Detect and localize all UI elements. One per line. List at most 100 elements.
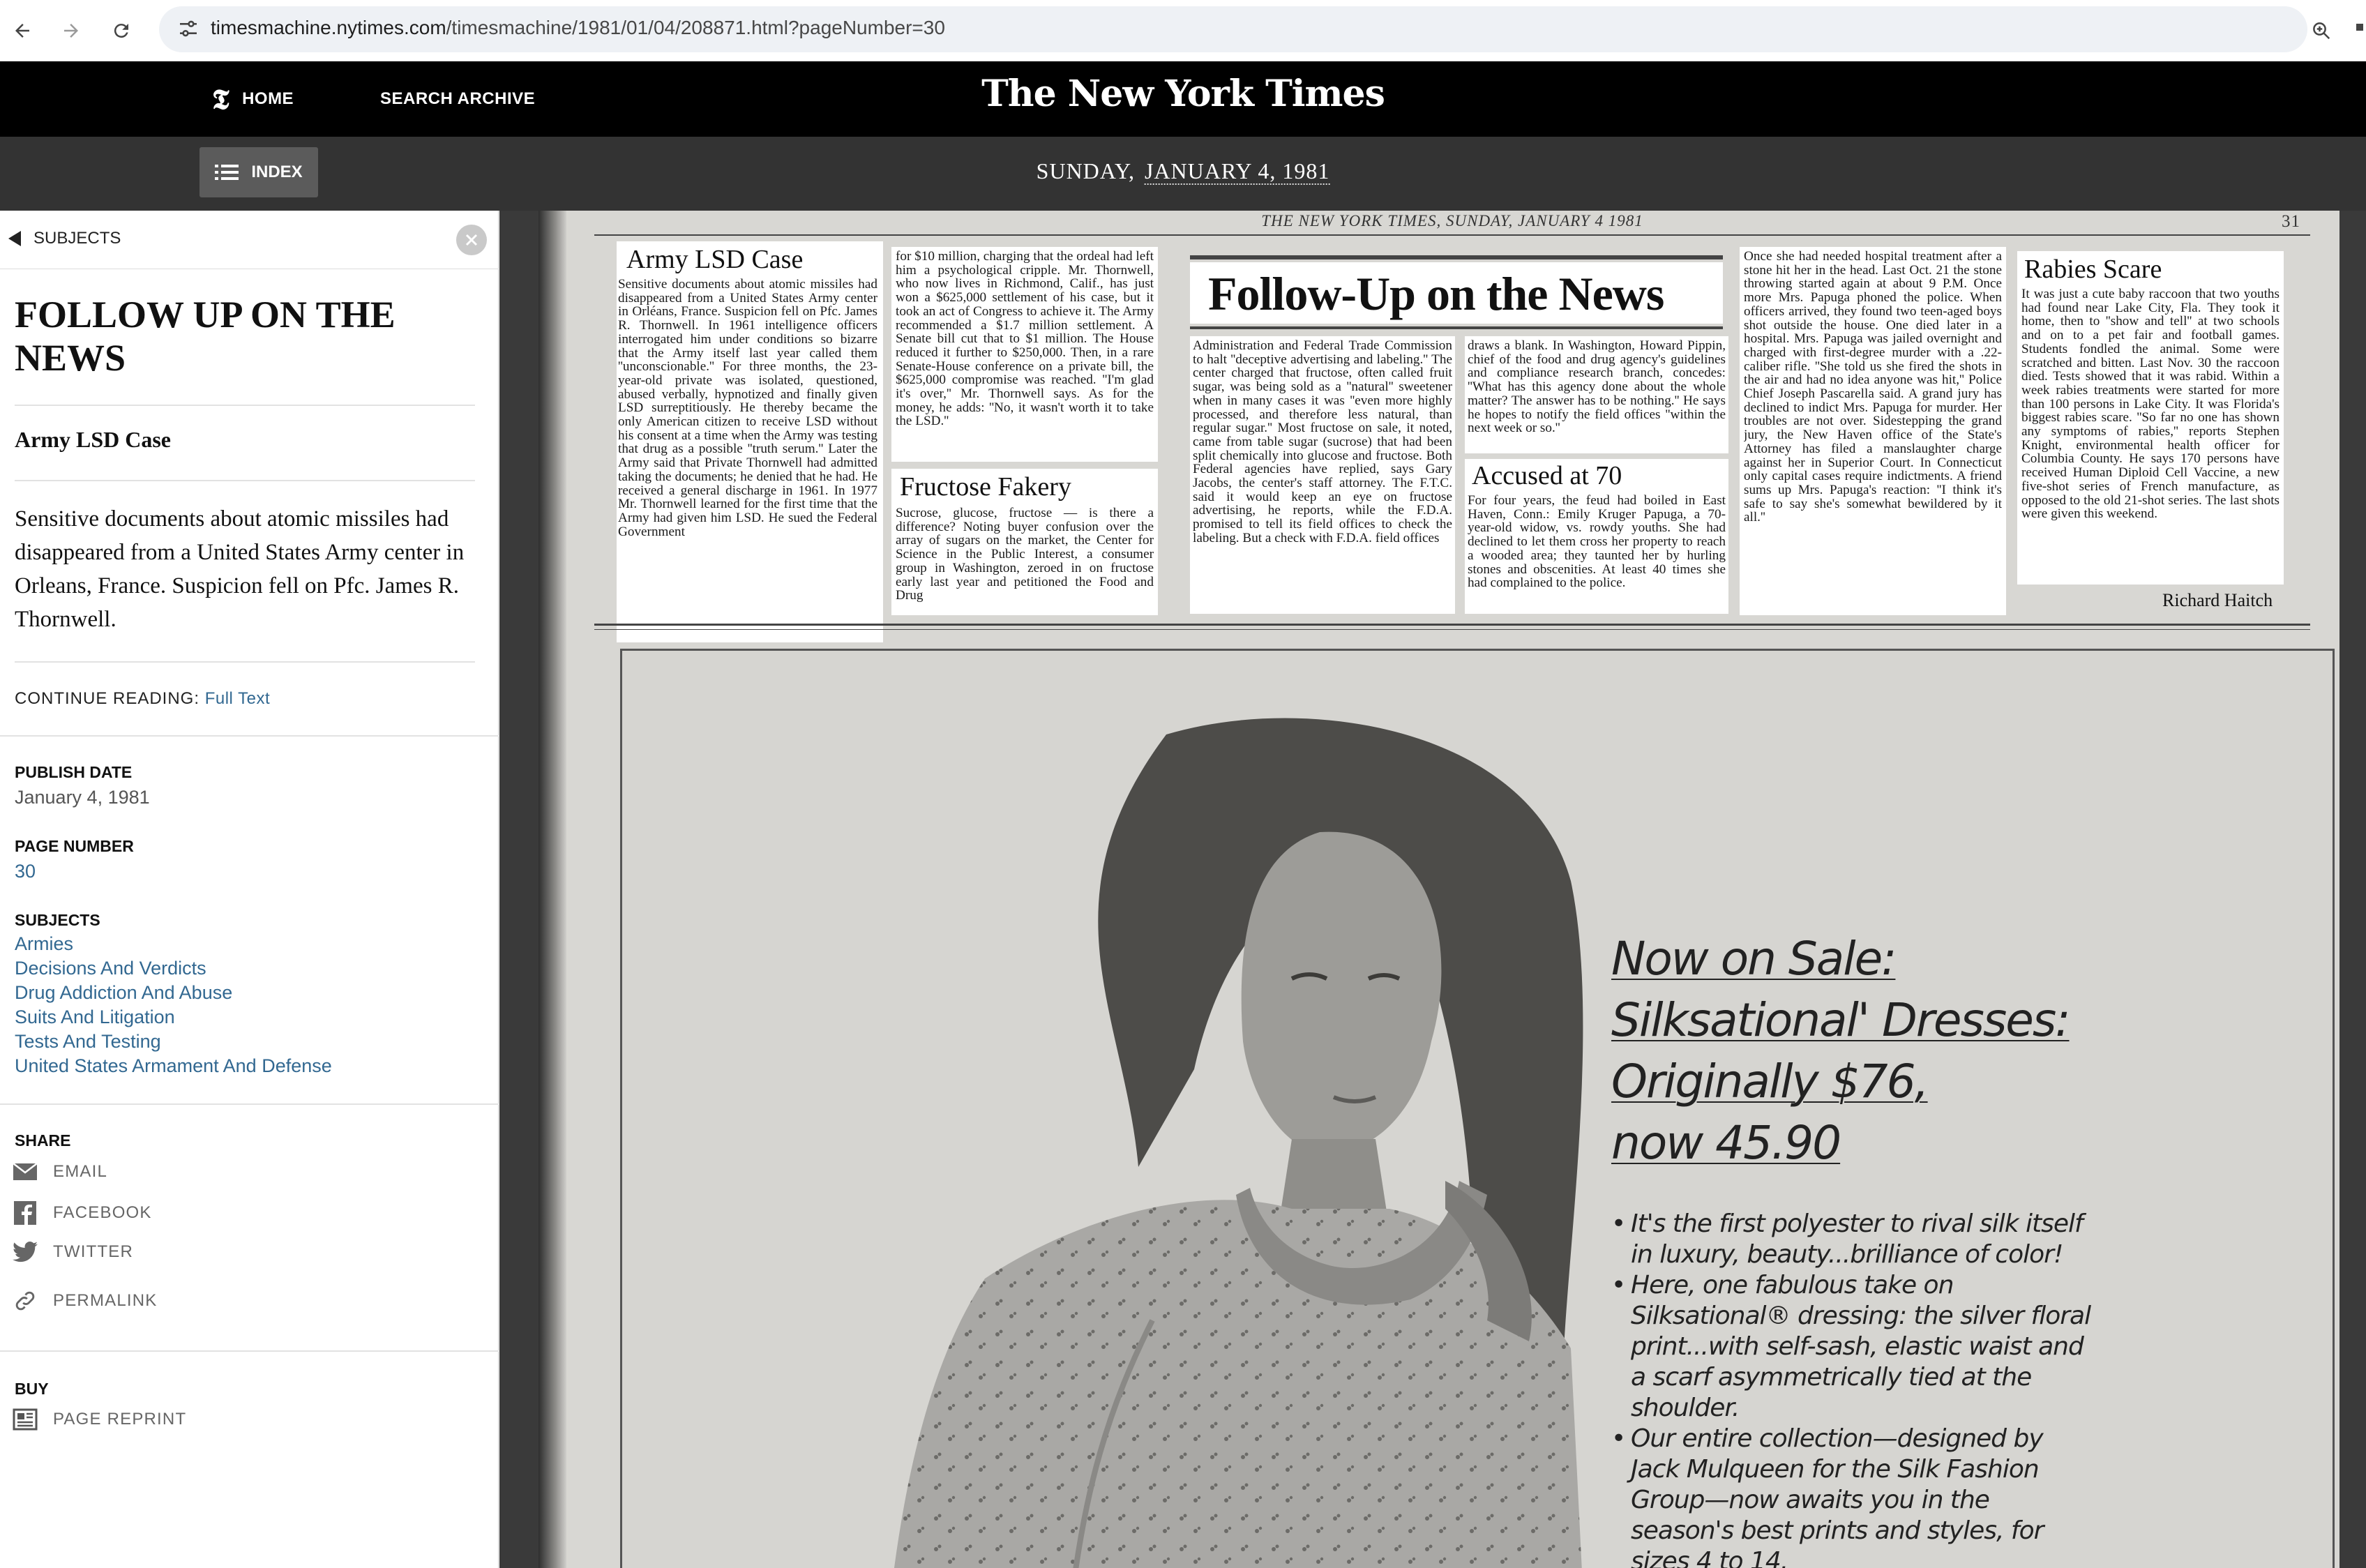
rule (594, 629, 2310, 630)
fashion-model-photo (894, 718, 1583, 1568)
ad-bullet: Our entire collection—designed by Jack M… (1611, 1424, 2093, 1568)
article-army-column-2: for $10 million, charging that the ordea… (896, 250, 1154, 429)
article-fructose-column-3: draws a blank. In Washington, Howard Pip… (1468, 339, 1726, 436)
page-gutter (538, 211, 566, 1568)
share-permalink[interactable]: PERMALINK (13, 1289, 158, 1313)
byline: Richard Haitch (2162, 590, 2273, 610)
rule (594, 624, 2310, 626)
subject-link[interactable]: Tests And Testing (15, 1030, 161, 1054)
back-label: SUBJECTS (33, 229, 121, 248)
ad-bullet: It's the first polyester to rival silk i… (1611, 1209, 2093, 1270)
ad-headline-line: now 45.90 (1611, 1116, 1841, 1170)
headline-rabies: Rabies Scare (2021, 254, 2165, 285)
headline-fructose: Fructose Fakery (897, 472, 1074, 502)
subject-link[interactable]: Decisions And Verdicts (15, 956, 206, 981)
back-triangle-icon (8, 231, 21, 246)
issue-date-picker[interactable]: JANUARY 4, 1981 (1144, 158, 1330, 185)
continue-label: CONTINUE READING: (15, 689, 200, 708)
subject-link[interactable]: Drug Addiction And Abuse (15, 981, 232, 1005)
reload-icon[interactable] (103, 13, 140, 49)
address-bar[interactable]: timesmachine.nytimes.com/timesmachine/19… (159, 6, 2307, 52)
extensions-icon[interactable] (2345, 13, 2366, 49)
subjects-label: SUBJECTS (15, 911, 100, 929)
search-archive-link[interactable]: SEARCH ARCHIVE (380, 61, 535, 137)
article-accused-column-2: Once she had needed hospital treatment a… (1744, 250, 2002, 525)
folio-page-number: 31 (2282, 212, 2300, 231)
full-text-link[interactable]: Full Text (205, 689, 270, 708)
home-label: HOME (242, 89, 294, 108)
ad-copy: Now on Sale: Silksational' Dresses: Orig… (1611, 928, 2093, 1568)
browser-toolbar: timesmachine.nytimes.com/timesmachine/19… (0, 0, 2366, 61)
home-link[interactable]: 𝕿 HOME (212, 61, 294, 137)
share-facebook[interactable]: FACEBOOK (13, 1201, 152, 1225)
nyt-logo[interactable]: The New York Times (981, 73, 1385, 115)
share-email[interactable]: EMAIL (13, 1162, 107, 1182)
subject-link[interactable]: Suits And Litigation (15, 1005, 175, 1030)
zoom-icon[interactable] (2303, 13, 2339, 49)
rule (594, 234, 2310, 236)
back-to-subjects[interactable]: SUBJECTS (8, 229, 121, 248)
page-folio: THE NEW YORK TIMES, SUNDAY, JANUARY 4 19… (594, 211, 2310, 234)
subject-link[interactable]: United States Armament And Defense (15, 1054, 332, 1078)
site-header: 𝕿 HOME SEARCH ARCHIVE The New York Times (0, 61, 2366, 137)
advertisement: Now on Sale: Silksational' Dresses: Orig… (620, 649, 2335, 1568)
section-divider (0, 735, 499, 737)
ad-headline-line: Silksational' Dresses: (1611, 993, 2071, 1047)
share-twitter[interactable]: TWITTER (13, 1242, 133, 1262)
divider (15, 661, 475, 663)
close-icon[interactable] (456, 225, 487, 255)
publish-date-value: January 4, 1981 (15, 787, 150, 808)
newspaper-icon (13, 1408, 38, 1431)
page-reprint-label: PAGE REPRINT (53, 1410, 187, 1428)
article-army-column-1: Sensitive documents about atomic missile… (618, 278, 877, 539)
nyt-t-icon: 𝕿 (212, 82, 230, 116)
divider (15, 405, 475, 406)
url-text: timesmachine.nytimes.com/timesmachine/19… (211, 17, 945, 38)
facebook-icon (14, 1201, 36, 1225)
share-twitter-label: TWITTER (53, 1242, 134, 1261)
page-viewer[interactable]: THE NEW YORK TIMES, SUNDAY, JANUARY 4 19… (499, 211, 2366, 1568)
search-archive-label: SEARCH ARCHIVE (380, 89, 536, 108)
article-headline: Army LSD Case (15, 427, 171, 452)
article-rabies-column: It was just a cute baby raccoon that two… (2021, 287, 2280, 522)
site-settings-icon[interactable] (177, 17, 199, 43)
subject-link[interactable]: Armies (15, 932, 73, 956)
share-facebook-label: FACEBOOK (53, 1203, 152, 1222)
ad-headline-line: Originally $76, (1611, 1055, 1929, 1108)
newspaper-page-scan: THE NEW YORK TIMES, SUNDAY, JANUARY 4 19… (538, 211, 2339, 1568)
index-button[interactable]: INDEX (199, 147, 318, 197)
section-divider (0, 1103, 499, 1105)
continue-reading: CONTINUE READING: Full Text (15, 689, 270, 709)
headline-accused: Accused at 70 (1469, 460, 1625, 491)
article-fructose-column-1: Sucrose, glucose, fructose — is there a … (896, 506, 1154, 603)
twitter-icon (13, 1242, 38, 1262)
buy-label: BUY (15, 1380, 49, 1398)
page-number-value[interactable]: 30 (15, 861, 36, 882)
article-fructose-column-2: Administration and Federal Trade Commiss… (1193, 339, 1452, 545)
article-sidebar: SUBJECTS FOLLOW UP ON THE NEWS Army LSD … (0, 211, 499, 1568)
page-reprint-link[interactable]: PAGE REPRINT (13, 1408, 186, 1431)
publish-date-label: PUBLISH DATE (15, 763, 133, 781)
ad-headline-line: Now on Sale: (1611, 932, 1897, 986)
share-email-label: EMAIL (53, 1162, 108, 1181)
article-collection-title: FOLLOW UP ON THE NEWS (15, 294, 395, 379)
ad-bullet: Here, one fabulous take on Silksational®… (1611, 1270, 2093, 1424)
email-icon (13, 1163, 38, 1180)
index-label: INDEX (251, 163, 303, 181)
divider (15, 480, 475, 481)
forward-arrow-icon[interactable] (53, 13, 89, 49)
sidebar-header: SUBJECTS (0, 211, 499, 269)
issue-day: SUNDAY, (1036, 158, 1135, 183)
link-icon (15, 1291, 35, 1311)
ad-bullet-list: It's the first polyester to rival silk i… (1611, 1209, 2093, 1568)
issue-date: SUNDAY, JANUARY 4, 1981 (1036, 158, 1330, 185)
section-title: Follow-Up on the News (1208, 267, 1664, 320)
article-accused-column-1: For four years, the feud had boiled in E… (1468, 494, 1726, 591)
back-arrow-icon[interactable] (4, 13, 40, 49)
date-bar: INDEX SUNDAY, JANUARY 4, 1981 (0, 137, 2366, 211)
list-icon (215, 165, 239, 180)
section-divider (0, 1350, 499, 1352)
headline-army-lsd: Army LSD Case (622, 244, 808, 275)
article-lede: Sensitive documents about atomic missile… (15, 506, 465, 632)
share-label: SHARE (15, 1131, 71, 1149)
